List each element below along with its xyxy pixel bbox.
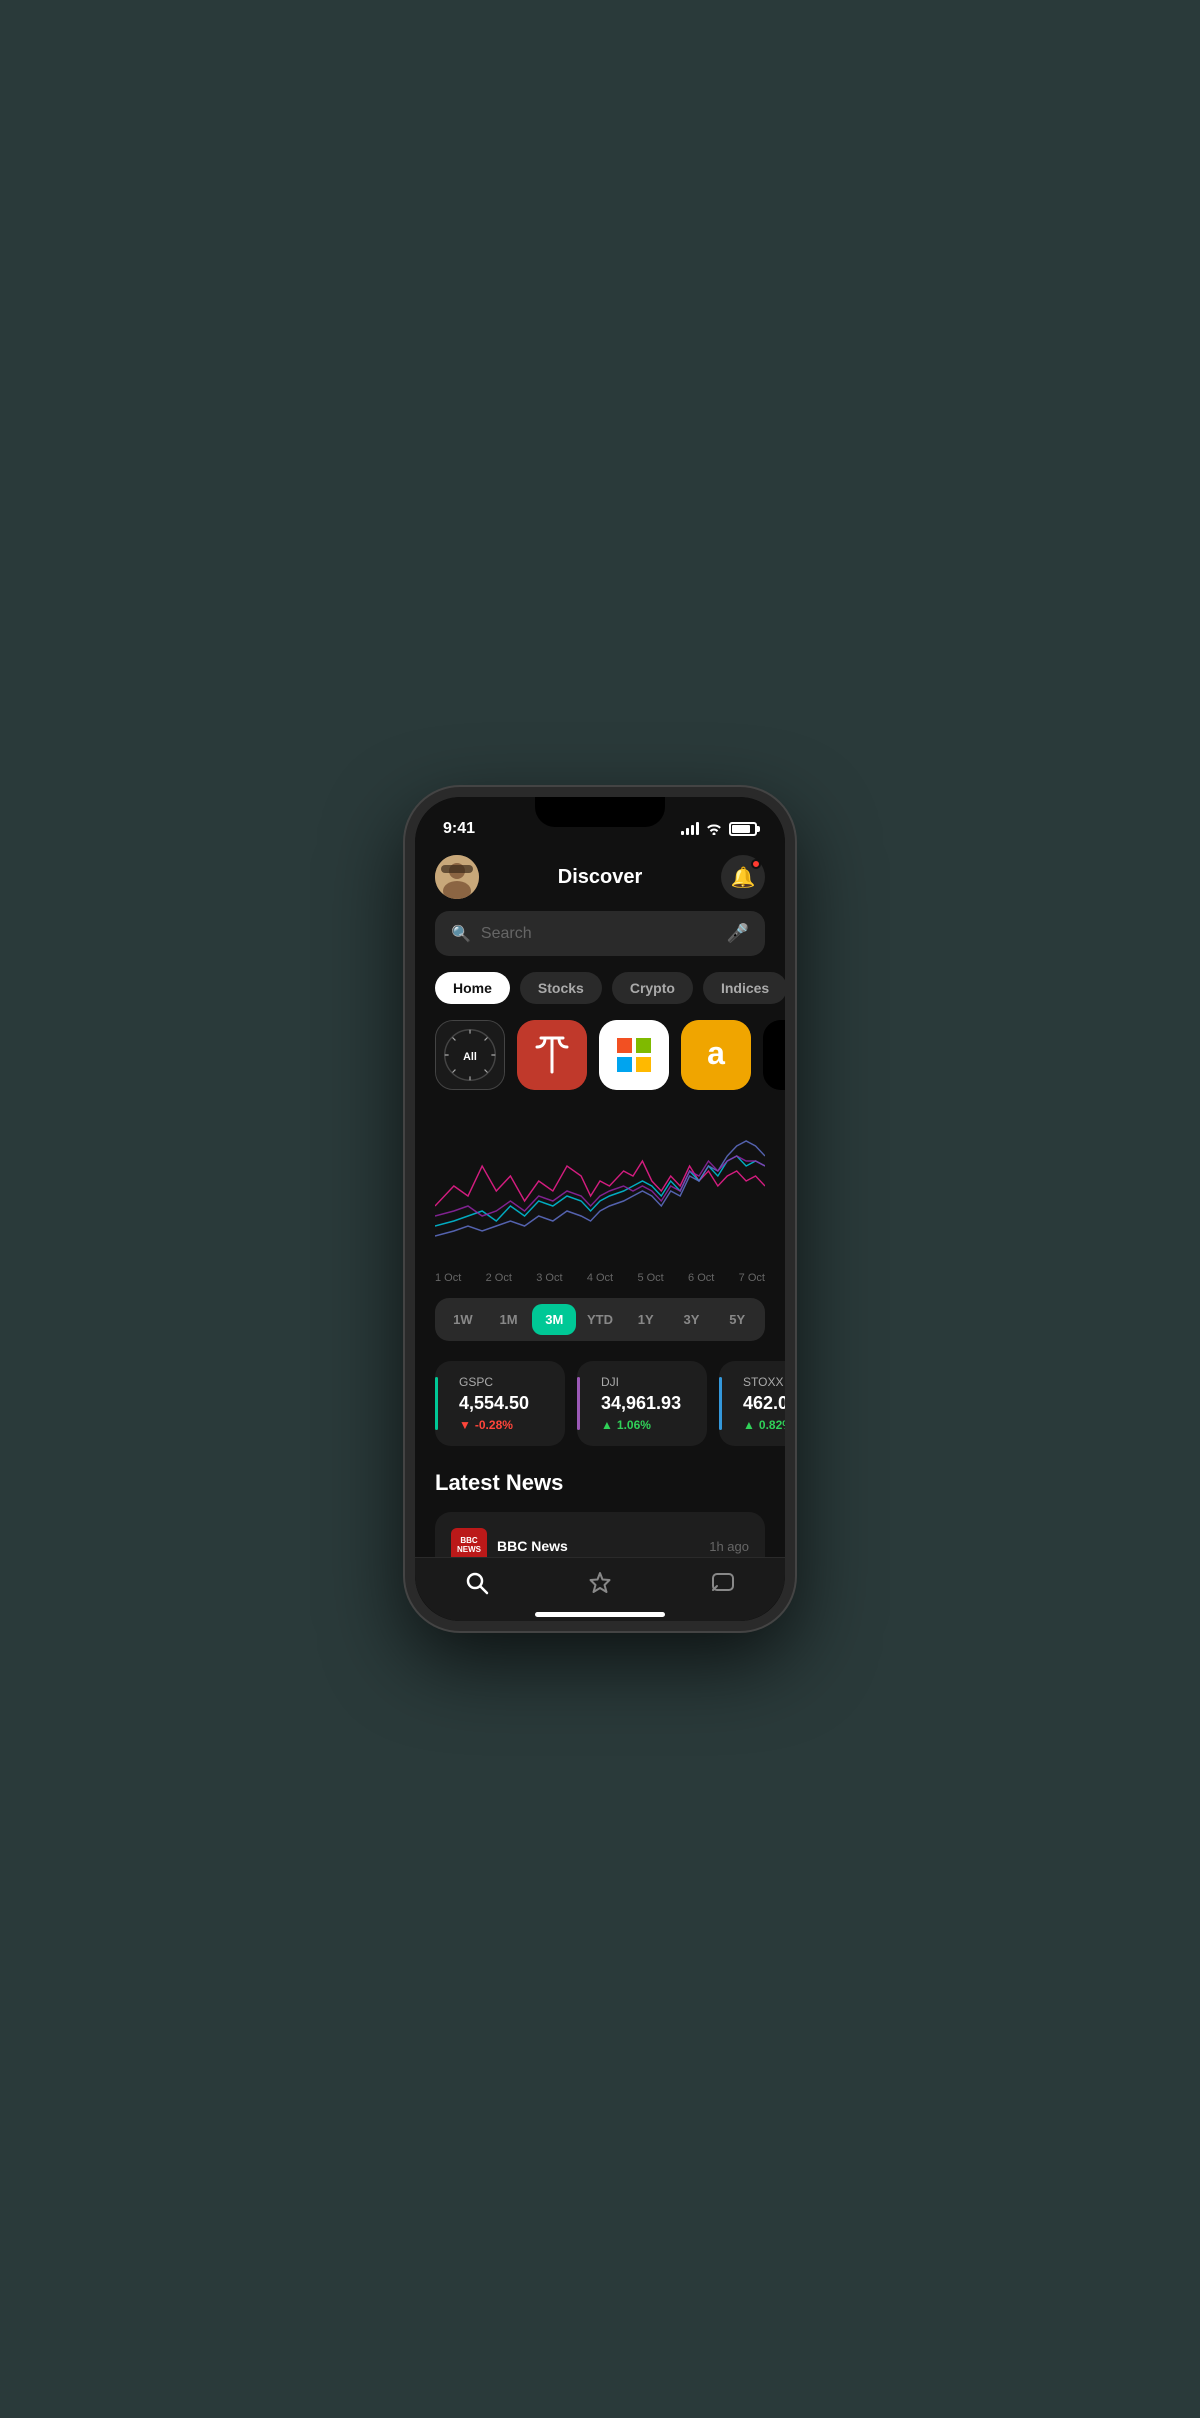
svg-text:a: a <box>707 1035 725 1071</box>
time-btn-1m[interactable]: 1M <box>487 1304 531 1335</box>
tab-indices[interactable]: Indices <box>703 972 785 1004</box>
index-accent-dji <box>577 1377 580 1430</box>
index-change-dji: ▲ 1.06% <box>601 1418 691 1432</box>
time-btn-3y[interactable]: 3Y <box>670 1304 714 1335</box>
search-bar[interactable]: 🔍 Search 🎤 <box>435 911 765 956</box>
time-btn-ytd[interactable]: YTD <box>578 1304 622 1335</box>
company-icon-microsoft[interactable] <box>599 1020 669 1090</box>
company-icon-all[interactable]: All <box>435 1020 505 1090</box>
header: Discover 🔔 <box>415 847 785 911</box>
arrow-up-icon-stoxx: ▲ <box>743 1418 755 1432</box>
side-button-volume-down <box>405 967 407 1007</box>
main-scroll-area[interactable]: Discover 🔔 🔍 Search 🎤 Home Stocks Crypto… <box>415 847 785 1557</box>
signal-icon <box>681 823 699 835</box>
index-name-dji: DJI <box>601 1375 691 1389</box>
bottom-tab-watchlist[interactable] <box>587 1570 613 1596</box>
bbc-logo: BBCNEWS <box>451 1528 487 1557</box>
chart-date-5: 5 Oct <box>637 1272 663 1284</box>
news-section: Latest News BBCNEWS BBC News 1h ago Tesl… <box>415 1470 785 1557</box>
bottom-tab-search[interactable] <box>464 1570 490 1596</box>
chart-date-labels: 1 Oct 2 Oct 3 Oct 4 Oct 5 Oct 6 Oct 7 Oc… <box>435 1266 765 1290</box>
index-change-gspc: ▼ -0.28% <box>459 1418 549 1432</box>
news-time: 1h ago <box>709 1539 749 1554</box>
tab-stocks[interactable]: Stocks <box>520 972 602 1004</box>
index-change-stoxx: ▲ 0.82% <box>743 1418 785 1432</box>
wifi-icon <box>705 821 723 838</box>
index-name-gspc: GSPC <box>459 1375 549 1389</box>
company-icons-row: All <box>415 1020 785 1106</box>
news-source-name: BBC News <box>497 1538 568 1554</box>
notification-badge <box>751 859 761 869</box>
time-btn-1y[interactable]: 1Y <box>624 1304 668 1335</box>
time-btn-5y[interactable]: 5Y <box>715 1304 759 1335</box>
time-btn-3m[interactable]: 3M <box>532 1304 576 1335</box>
bell-icon: 🔔 <box>731 865 756 890</box>
status-icons <box>681 821 757 838</box>
company-icon-tesla[interactable] <box>517 1020 587 1090</box>
chart-date-1: 1 Oct <box>435 1272 461 1284</box>
phone-screen: 9:41 <box>415 797 785 1621</box>
time-period-selector: 1W 1M 3M YTD 1Y 3Y 5Y <box>435 1298 765 1341</box>
index-card-gspc[interactable]: GSPC 4,554.50 ▼ -0.28% <box>435 1361 565 1446</box>
index-change-value-gspc: -0.28% <box>475 1418 513 1432</box>
news-source: BBCNEWS BBC News <box>451 1528 568 1557</box>
tab-crypto[interactable]: Crypto <box>612 972 693 1004</box>
microphone-icon[interactable]: 🎤 <box>727 923 749 944</box>
search-placeholder: Search <box>481 925 717 943</box>
company-icon-amazon[interactable]: a <box>681 1020 751 1090</box>
page-title: Discover <box>558 866 643 889</box>
index-value-stoxx: 462.00 <box>743 1393 785 1414</box>
chart-date-4: 4 Oct <box>587 1272 613 1284</box>
index-card-dji[interactable]: DJI 34,961.93 ▲ 1.06% <box>577 1361 707 1446</box>
company-icon-apple[interactable] <box>763 1020 785 1090</box>
arrow-down-icon: ▼ <box>459 1418 471 1432</box>
index-accent-gspc <box>435 1377 438 1430</box>
notification-button[interactable]: 🔔 <box>721 855 765 899</box>
index-value-dji: 34,961.93 <box>601 1393 691 1414</box>
market-indices-row: GSPC 4,554.50 ▼ -0.28% DJI 34,961.93 ▲ 1… <box>415 1361 785 1470</box>
home-bar <box>535 1612 665 1617</box>
side-button-power <box>793 947 795 1007</box>
bottom-tab-bar <box>415 1557 785 1604</box>
chart-date-7: 7 Oct <box>739 1272 765 1284</box>
status-time: 9:41 <box>443 820 475 838</box>
stock-chart <box>435 1106 765 1266</box>
search-icon: 🔍 <box>451 924 471 944</box>
time-btn-1w[interactable]: 1W <box>441 1304 485 1335</box>
news-card-0[interactable]: BBCNEWS BBC News 1h ago Tesla bucks mark… <box>435 1512 765 1557</box>
news-source-row: BBCNEWS BBC News 1h ago <box>451 1528 749 1557</box>
index-name-stoxx: STOXX <box>743 1375 785 1389</box>
index-change-value-dji: 1.06% <box>617 1418 651 1432</box>
chart-area: 1 Oct 2 Oct 3 Oct 4 Oct 5 Oct 6 Oct 7 Oc… <box>415 1106 785 1290</box>
svg-text:All: All <box>463 1051 477 1063</box>
index-value-gspc: 4,554.50 <box>459 1393 549 1414</box>
chart-date-3: 3 Oct <box>536 1272 562 1284</box>
avatar[interactable] <box>435 855 479 899</box>
battery-icon <box>729 822 757 836</box>
phone-frame: 9:41 <box>405 787 795 1631</box>
home-indicator <box>415 1604 785 1621</box>
bottom-tab-messages[interactable] <box>710 1570 736 1596</box>
side-button-volume-up <box>405 917 407 957</box>
notch <box>535 797 665 827</box>
index-change-value-stoxx: 0.82% <box>759 1418 785 1432</box>
index-accent-stoxx <box>719 1377 722 1430</box>
chart-date-6: 6 Oct <box>688 1272 714 1284</box>
category-tabs: Home Stocks Crypto Indices Forex <box>415 972 785 1020</box>
tab-home[interactable]: Home <box>435 972 510 1004</box>
chart-date-2: 2 Oct <box>486 1272 512 1284</box>
news-section-title: Latest News <box>435 1470 765 1496</box>
index-card-stoxx[interactable]: STOXX 462.00 ▲ 0.82% <box>719 1361 785 1446</box>
arrow-up-icon: ▲ <box>601 1418 613 1432</box>
